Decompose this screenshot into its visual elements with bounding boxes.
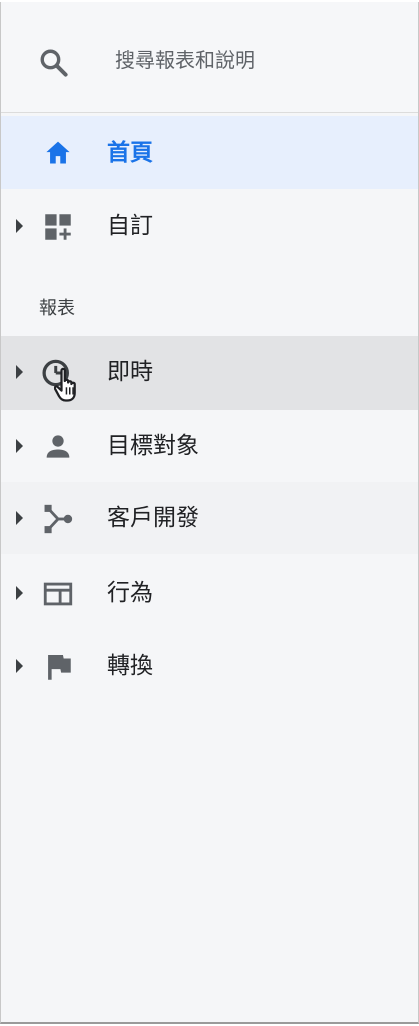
report-navigation-panel: 首頁 自訂 報表 即時	[0, 2, 419, 1024]
expand-caret-icon	[16, 219, 23, 233]
nav-item-label: 客戶開發	[107, 505, 199, 531]
nav-item-behavior[interactable]: 行為	[1, 557, 418, 629]
nav-item-label: 自訂	[107, 213, 153, 239]
expand-caret-icon	[16, 511, 23, 525]
nav-item-label: 行為	[107, 580, 153, 606]
layout-window-icon	[43, 582, 73, 606]
reports-section-heading: 報表	[39, 298, 75, 319]
nav-item-audience[interactable]: 目標對象	[1, 410, 418, 482]
nav-item-home[interactable]: 首頁	[1, 116, 418, 189]
pointer-cursor-icon	[54, 367, 76, 402]
nav-item-label: 轉換	[107, 653, 153, 679]
home-icon	[46, 141, 70, 164]
expand-caret-icon	[16, 586, 23, 600]
search-input[interactable]	[115, 42, 395, 78]
merge-flow-icon	[44, 504, 73, 534]
search-icon[interactable]	[37, 46, 71, 80]
expand-caret-icon	[16, 659, 23, 673]
flag-icon	[48, 654, 71, 680]
nav-item-conversion[interactable]: 轉換	[1, 630, 418, 702]
expand-caret-icon	[16, 365, 23, 379]
expand-caret-icon	[16, 439, 23, 453]
nav-item-acquisition[interactable]: 客戶開發	[1, 482, 418, 554]
nav-item-label: 即時	[107, 359, 153, 385]
nav-item-label: 目標對象	[107, 433, 199, 459]
dashboard-add-icon	[45, 214, 71, 240]
person-icon	[46, 435, 70, 458]
nav-item-custom[interactable]: 自訂	[1, 190, 418, 262]
search-bar	[1, 2, 418, 113]
nav-item-label: 首頁	[107, 140, 153, 166]
nav-item-realtime[interactable]: 即時	[1, 336, 418, 410]
